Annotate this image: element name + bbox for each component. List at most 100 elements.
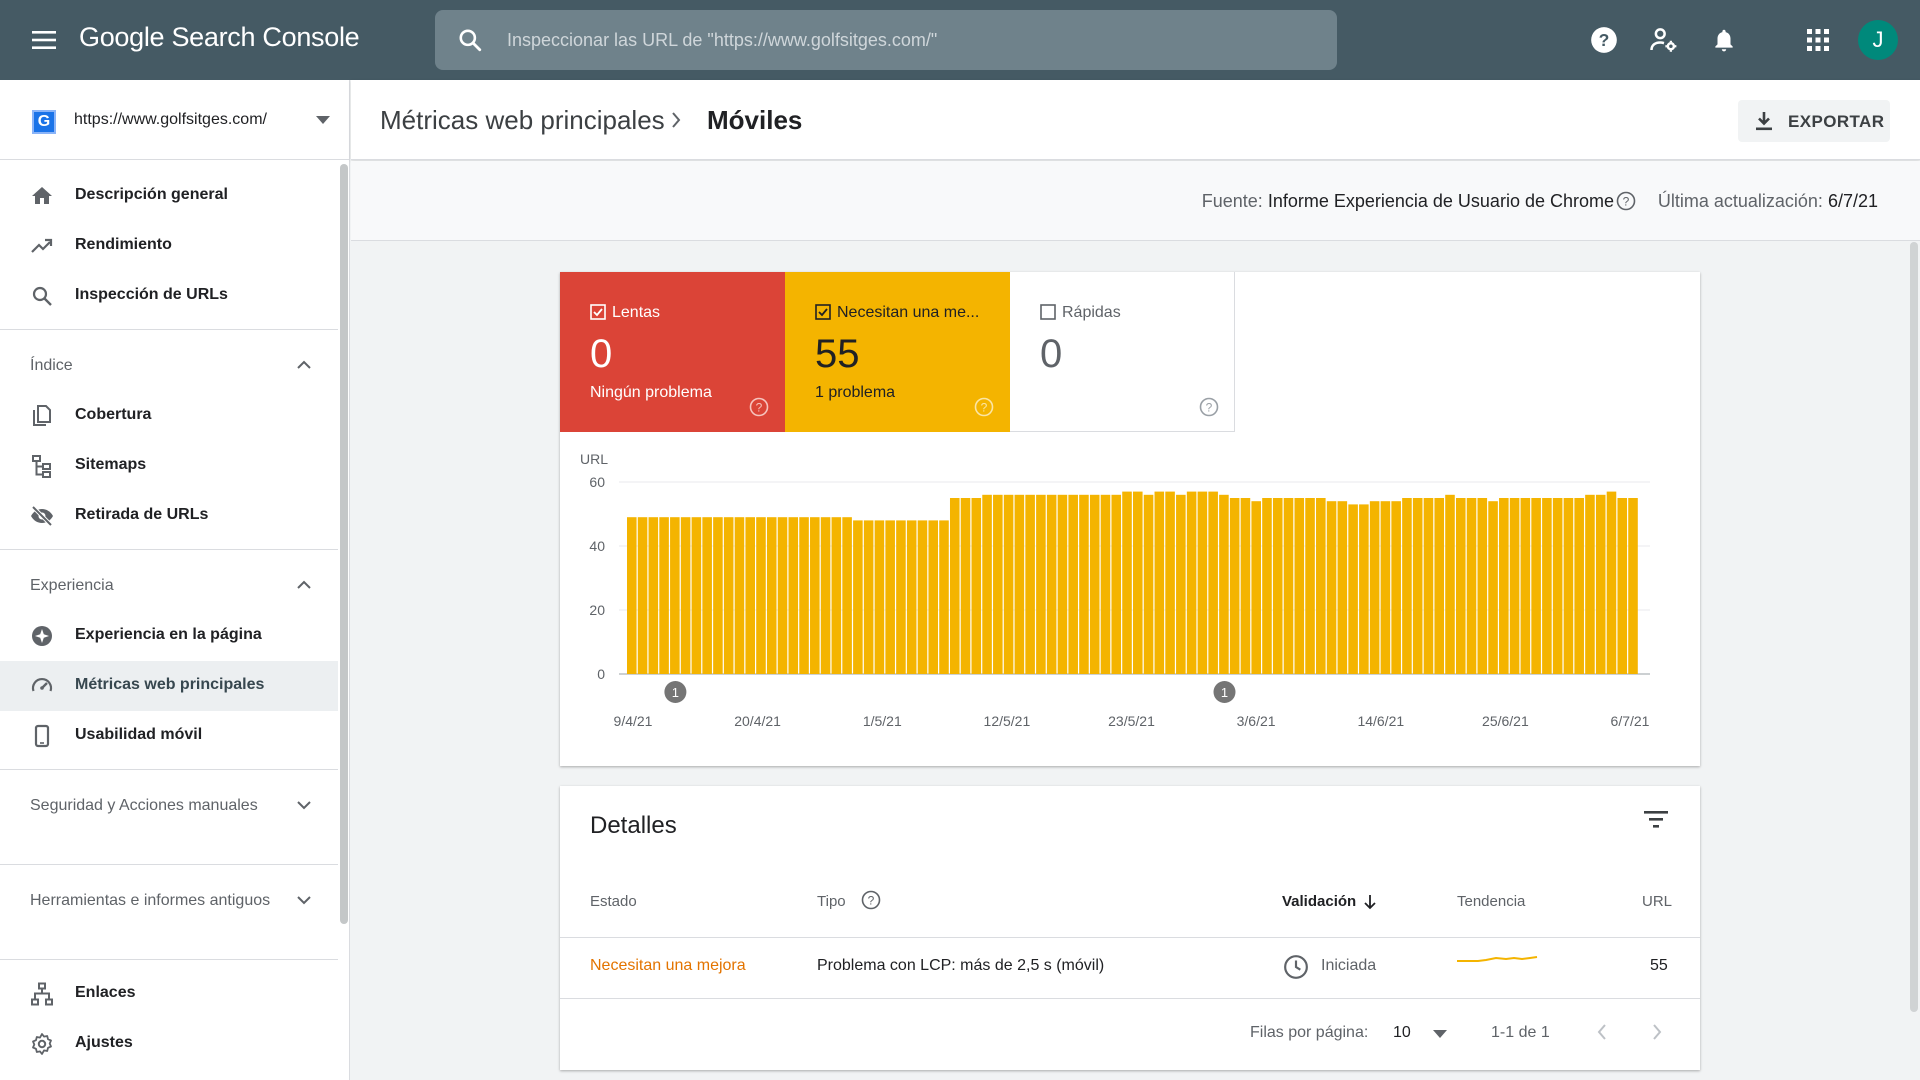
bar[interactable]: [1186, 491, 1197, 674]
page-scrollbar[interactable]: [1910, 242, 1918, 1012]
manage-users-button[interactable]: [1648, 24, 1680, 56]
sidebar-item-removals[interactable]: Retirada de URLs: [0, 491, 338, 541]
bar[interactable]: [853, 520, 863, 674]
bar[interactable]: [1272, 498, 1283, 674]
sidebar-item-links[interactable]: Enlaces: [0, 969, 338, 1019]
bar[interactable]: [1348, 504, 1358, 674]
column-header-validacion[interactable]: Validación: [1282, 893, 1356, 910]
bar[interactable]: [1391, 501, 1401, 674]
bar[interactable]: [1057, 494, 1068, 674]
bar[interactable]: [874, 520, 885, 674]
caret-down-icon[interactable]: [1433, 1030, 1447, 1038]
bar[interactable]: [713, 517, 723, 674]
export-button[interactable]: EXPORTAR: [1738, 100, 1890, 142]
chevron-down-icon[interactable]: [297, 896, 311, 905]
bar[interactable]: [1477, 498, 1488, 674]
bar[interactable]: [1046, 494, 1057, 674]
bar[interactable]: [1025, 494, 1035, 674]
bar[interactable]: [1036, 494, 1046, 674]
bar[interactable]: [1466, 498, 1477, 674]
bar[interactable]: [691, 517, 702, 674]
bar[interactable]: [971, 498, 982, 674]
bar[interactable]: [928, 520, 939, 674]
column-header-tendencia[interactable]: Tendencia: [1457, 893, 1525, 910]
bar[interactable]: [1423, 498, 1434, 674]
sidebar-item-mobile-usability[interactable]: Usabilidad móvil: [0, 711, 338, 761]
column-header-estado[interactable]: Estado: [590, 893, 637, 910]
bar[interactable]: [1563, 498, 1574, 674]
bar[interactable]: [1509, 498, 1520, 674]
bar[interactable]: [1542, 498, 1552, 674]
url-inspect-search[interactable]: [435, 10, 1337, 70]
bar[interactable]: [1003, 494, 1014, 674]
bar[interactable]: [1143, 494, 1154, 674]
help-outline-icon[interactable]: ?: [1199, 397, 1219, 417]
bar[interactable]: [1111, 494, 1122, 674]
bar[interactable]: [799, 517, 809, 674]
bar[interactable]: [1628, 498, 1638, 674]
section-legacy-tools-header[interactable]: Herramientas e informes antiguos: [30, 888, 320, 913]
arrow-down-icon[interactable]: [1363, 894, 1377, 910]
sidebar-item-coverage[interactable]: Cobertura: [0, 391, 338, 441]
property-selector[interactable]: G https://www.golfsitges.com/: [0, 80, 350, 160]
bar[interactable]: [1240, 498, 1251, 674]
bar[interactable]: [627, 517, 637, 674]
help-outline-icon[interactable]: ?: [974, 397, 994, 417]
bar[interactable]: [1133, 491, 1143, 674]
section-experience-header[interactable]: Experiencia: [30, 573, 320, 598]
bar[interactable]: [820, 517, 831, 674]
sidebar-item-settings[interactable]: Ajustes: [0, 1019, 338, 1069]
bar[interactable]: [1165, 491, 1175, 674]
bar[interactable]: [1251, 501, 1261, 674]
bar[interactable]: [1455, 498, 1466, 674]
notifications-button[interactable]: [1708, 24, 1740, 56]
chevron-left-icon[interactable]: [1596, 1023, 1608, 1041]
sidebar-item-overview[interactable]: Descripción general: [0, 171, 338, 221]
bar[interactable]: [702, 517, 712, 674]
bar[interactable]: [1369, 501, 1380, 674]
bar[interactable]: [1595, 494, 1606, 674]
bar[interactable]: [1294, 498, 1305, 674]
bar[interactable]: [993, 494, 1003, 674]
bar[interactable]: [637, 517, 648, 674]
bar[interactable]: [777, 517, 788, 674]
bar[interactable]: [1520, 498, 1531, 674]
bar[interactable]: [896, 520, 906, 674]
bar[interactable]: [917, 520, 928, 674]
bar[interactable]: [949, 498, 960, 674]
bar[interactable]: [745, 517, 755, 674]
bar[interactable]: [960, 498, 971, 674]
bar[interactable]: [1412, 498, 1423, 674]
bar[interactable]: [734, 517, 745, 674]
bar[interactable]: [1445, 494, 1455, 674]
bar[interactable]: [1014, 494, 1025, 674]
sidebar-item-core-web-vitals[interactable]: Métricas web principales: [0, 661, 338, 711]
bar[interactable]: [766, 517, 777, 674]
chevron-up-icon[interactable]: [297, 580, 311, 589]
bar[interactable]: [1585, 494, 1595, 674]
help-outline-icon[interactable]: ?: [1616, 191, 1636, 211]
bar[interactable]: [863, 520, 874, 674]
help-button[interactable]: ?: [1588, 24, 1620, 56]
bar[interactable]: [906, 520, 917, 674]
filter-list-icon[interactable]: [1643, 809, 1669, 829]
bar[interactable]: [1316, 498, 1326, 674]
help-outline-icon[interactable]: ?: [749, 397, 769, 417]
bar[interactable]: [1305, 498, 1315, 674]
column-header-tipo[interactable]: Tipo: [817, 893, 846, 910]
bar[interactable]: [1229, 498, 1240, 674]
bar[interactable]: [1434, 498, 1445, 674]
bar[interactable]: [788, 517, 799, 674]
bar[interactable]: [1262, 498, 1272, 674]
section-security-header[interactable]: Seguridad y Acciones manuales: [30, 793, 320, 818]
bar[interactable]: [810, 517, 820, 674]
bar[interactable]: [1208, 491, 1218, 674]
account-avatar[interactable]: J: [1858, 20, 1898, 60]
bar[interactable]: [1606, 491, 1617, 674]
bar[interactable]: [1380, 501, 1391, 674]
bar[interactable]: [1359, 504, 1369, 674]
bar[interactable]: [1154, 491, 1165, 674]
sidebar-item-performance[interactable]: Rendimiento: [0, 221, 338, 271]
chevron-down-icon[interactable]: [297, 801, 311, 810]
chevron-right-icon[interactable]: [1651, 1023, 1663, 1041]
